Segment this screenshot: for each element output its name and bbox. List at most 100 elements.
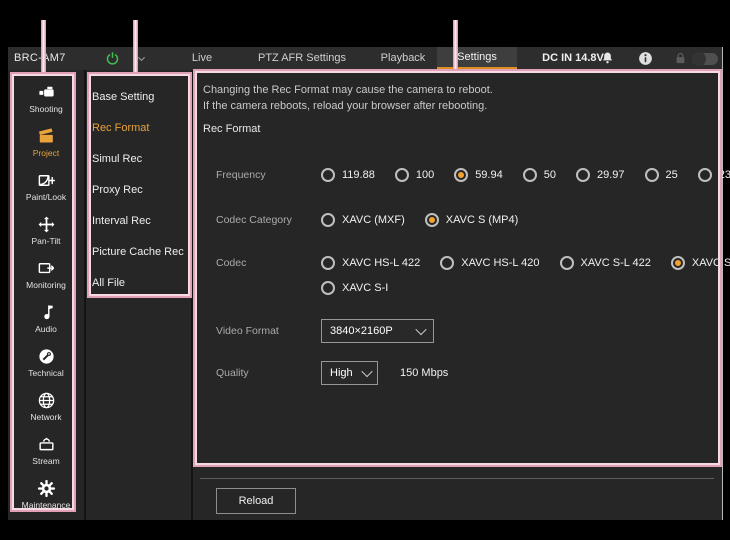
video-format-select[interactable]: 3840×2160P [321, 319, 434, 343]
submenu-item-proxy-rec[interactable]: Proxy Rec [86, 175, 191, 206]
submenu-item-base-setting[interactable]: Base Setting [86, 82, 191, 113]
sidebar-item-audio[interactable]: Audio [8, 296, 84, 340]
quality-value: High [330, 367, 353, 379]
radio-circle-icon [454, 168, 468, 182]
radio-xavc-s-l-422[interactable]: XAVC S-L 422 [560, 256, 651, 270]
sidebar-item-shooting[interactable]: Shooting [8, 76, 84, 120]
radio-label: XAVC S-I [342, 282, 388, 294]
radio-frequency-25[interactable]: 25 [645, 168, 678, 182]
sidebar-item-maintenance[interactable]: Maintenance [8, 472, 84, 516]
camcorder-icon [37, 83, 56, 102]
video-format-row: Video Format 3840×2160P [193, 319, 716, 343]
codec-row-line2: XAVC S-I [193, 276, 716, 300]
radio-circle-icon [321, 281, 335, 295]
tab-settings[interactable]: Settings [437, 47, 517, 70]
sidebar-item-pan-tilt[interactable]: Pan-Tilt [8, 208, 84, 252]
sidebar-item-monitoring[interactable]: Monitoring [8, 252, 84, 296]
quality-row: Quality High 150 Mbps [193, 361, 716, 385]
radio-circle-icon [440, 256, 454, 270]
submenu-item-interval-rec[interactable]: Interval Rec [86, 206, 191, 237]
codec-options-line2: XAVC S-I [321, 281, 388, 295]
lock-icon [672, 50, 689, 67]
stream-bag-icon [37, 435, 56, 454]
frequency-label: Frequency [216, 169, 321, 181]
radio-frequency-59-94[interactable]: 59.94 [454, 168, 503, 182]
radio-xavc-mxf[interactable]: XAVC (MXF) [321, 213, 405, 227]
section-title: Rec Format [203, 123, 260, 135]
codec-category-label: Codec Category [216, 214, 321, 226]
frequency-row: Frequency 119.88 100 59.94 50 29.97 25 2… [193, 163, 716, 187]
sidebar-item-stream[interactable]: Stream [8, 428, 84, 472]
radio-xavc-hs-l-422[interactable]: XAVC HS-L 422 [321, 256, 420, 270]
app-window: BRC-AM7 Live PTZ AFR Settings Playback S… [8, 47, 723, 520]
radio-label: XAVC S (MP4) [446, 214, 519, 226]
video-format-label: Video Format [216, 325, 321, 337]
radio-circle-icon [395, 168, 409, 182]
sidebar-item-label: Monitoring [26, 280, 66, 290]
chevron-down-icon [361, 366, 372, 377]
tab-live[interactable]: Live [167, 47, 237, 70]
radio-circle-icon [645, 168, 659, 182]
chevron-down-icon[interactable] [134, 51, 149, 66]
radio-xavc-s-l-420[interactable]: XAVC S-L 420 [671, 256, 730, 270]
codec-label: Codec [216, 257, 321, 269]
radio-frequency-29-97[interactable]: 29.97 [576, 168, 625, 182]
radio-circle-icon [560, 256, 574, 270]
chevron-down-icon [415, 324, 426, 335]
radio-circle-icon [698, 168, 712, 182]
sidebar-item-label: Pan-Tilt [32, 236, 61, 246]
frequency-options: 119.88 100 59.94 50 29.97 25 23.98 [321, 168, 730, 182]
sidebar-item-label: Paint/Look [26, 192, 66, 202]
bitrate-value: 150 Mbps [400, 367, 448, 379]
radio-label: 29.97 [597, 169, 625, 181]
codec-options: XAVC HS-L 422 XAVC HS-L 420 XAVC S-L 422… [321, 256, 730, 270]
sidebar-item-network[interactable]: Network [8, 384, 84, 428]
radio-label: XAVC S-L 422 [581, 257, 651, 269]
clapperboard-icon [37, 127, 56, 146]
sidebar-item-label: Audio [35, 324, 57, 334]
sidebar-item-label: Maintenance [22, 500, 71, 510]
monitor-out-icon [37, 259, 56, 278]
tab-ptz-afr-settings[interactable]: PTZ AFR Settings [242, 47, 362, 70]
globe-icon [37, 391, 56, 410]
submenu-item-all-file[interactable]: All File [86, 268, 191, 299]
radio-xavc-hs-l-420[interactable]: XAVC HS-L 420 [440, 256, 539, 270]
submenu-item-picture-cache-rec[interactable]: Picture Cache Rec [86, 237, 191, 268]
submenu-item-rec-format[interactable]: Rec Format [86, 113, 191, 144]
radio-frequency-100[interactable]: 100 [395, 168, 434, 182]
radio-label: XAVC HS-L 420 [461, 257, 539, 269]
bell-icon[interactable] [599, 50, 616, 67]
radio-frequency-23-98[interactable]: 23.98 [698, 168, 730, 182]
sidebar-item-label: Shooting [29, 104, 63, 114]
reboot-notice: Changing the Rec Format may cause the ca… [203, 82, 493, 114]
device-name: BRC-AM7 [14, 47, 66, 70]
sidebar-item-paint-look[interactable]: Paint/Look [8, 164, 84, 208]
radio-xavc-s-mp4[interactable]: XAVC S (MP4) [425, 213, 519, 227]
sidebar-item-label: Network [30, 412, 61, 422]
power-icon[interactable] [105, 51, 120, 66]
radio-frequency-119-88[interactable]: 119.88 [321, 168, 375, 182]
tab-playback[interactable]: Playback [358, 47, 448, 70]
radio-frequency-50[interactable]: 50 [523, 168, 556, 182]
quality-select[interactable]: High [321, 361, 378, 385]
radio-label: 23.98 [719, 169, 730, 181]
radio-circle-icon [321, 213, 335, 227]
sidebar-item-technical[interactable]: Technical [8, 340, 84, 384]
radio-label: 25 [666, 169, 678, 181]
sidebar-item-project[interactable]: Project [8, 120, 84, 164]
video-format-value: 3840×2160P [330, 325, 393, 337]
lock-toggle[interactable] [692, 53, 718, 65]
submenu: Base Setting Rec Format Simul Rec Proxy … [86, 70, 193, 520]
radio-label: 119.88 [342, 169, 375, 181]
music-note-icon [37, 303, 56, 322]
radio-circle-icon [321, 256, 335, 270]
radio-circle-icon [523, 168, 537, 182]
radio-xavc-s-i[interactable]: XAVC S-I [321, 281, 388, 295]
codec-category-options: XAVC (MXF) XAVC S (MP4) [321, 213, 518, 227]
wrench-circle-icon [37, 347, 56, 366]
radio-circle-icon [321, 168, 335, 182]
submenu-item-simul-rec[interactable]: Simul Rec [86, 144, 191, 175]
info-icon[interactable] [637, 50, 654, 67]
reload-button[interactable]: Reload [216, 488, 296, 514]
radio-label: XAVC (MXF) [342, 214, 405, 226]
